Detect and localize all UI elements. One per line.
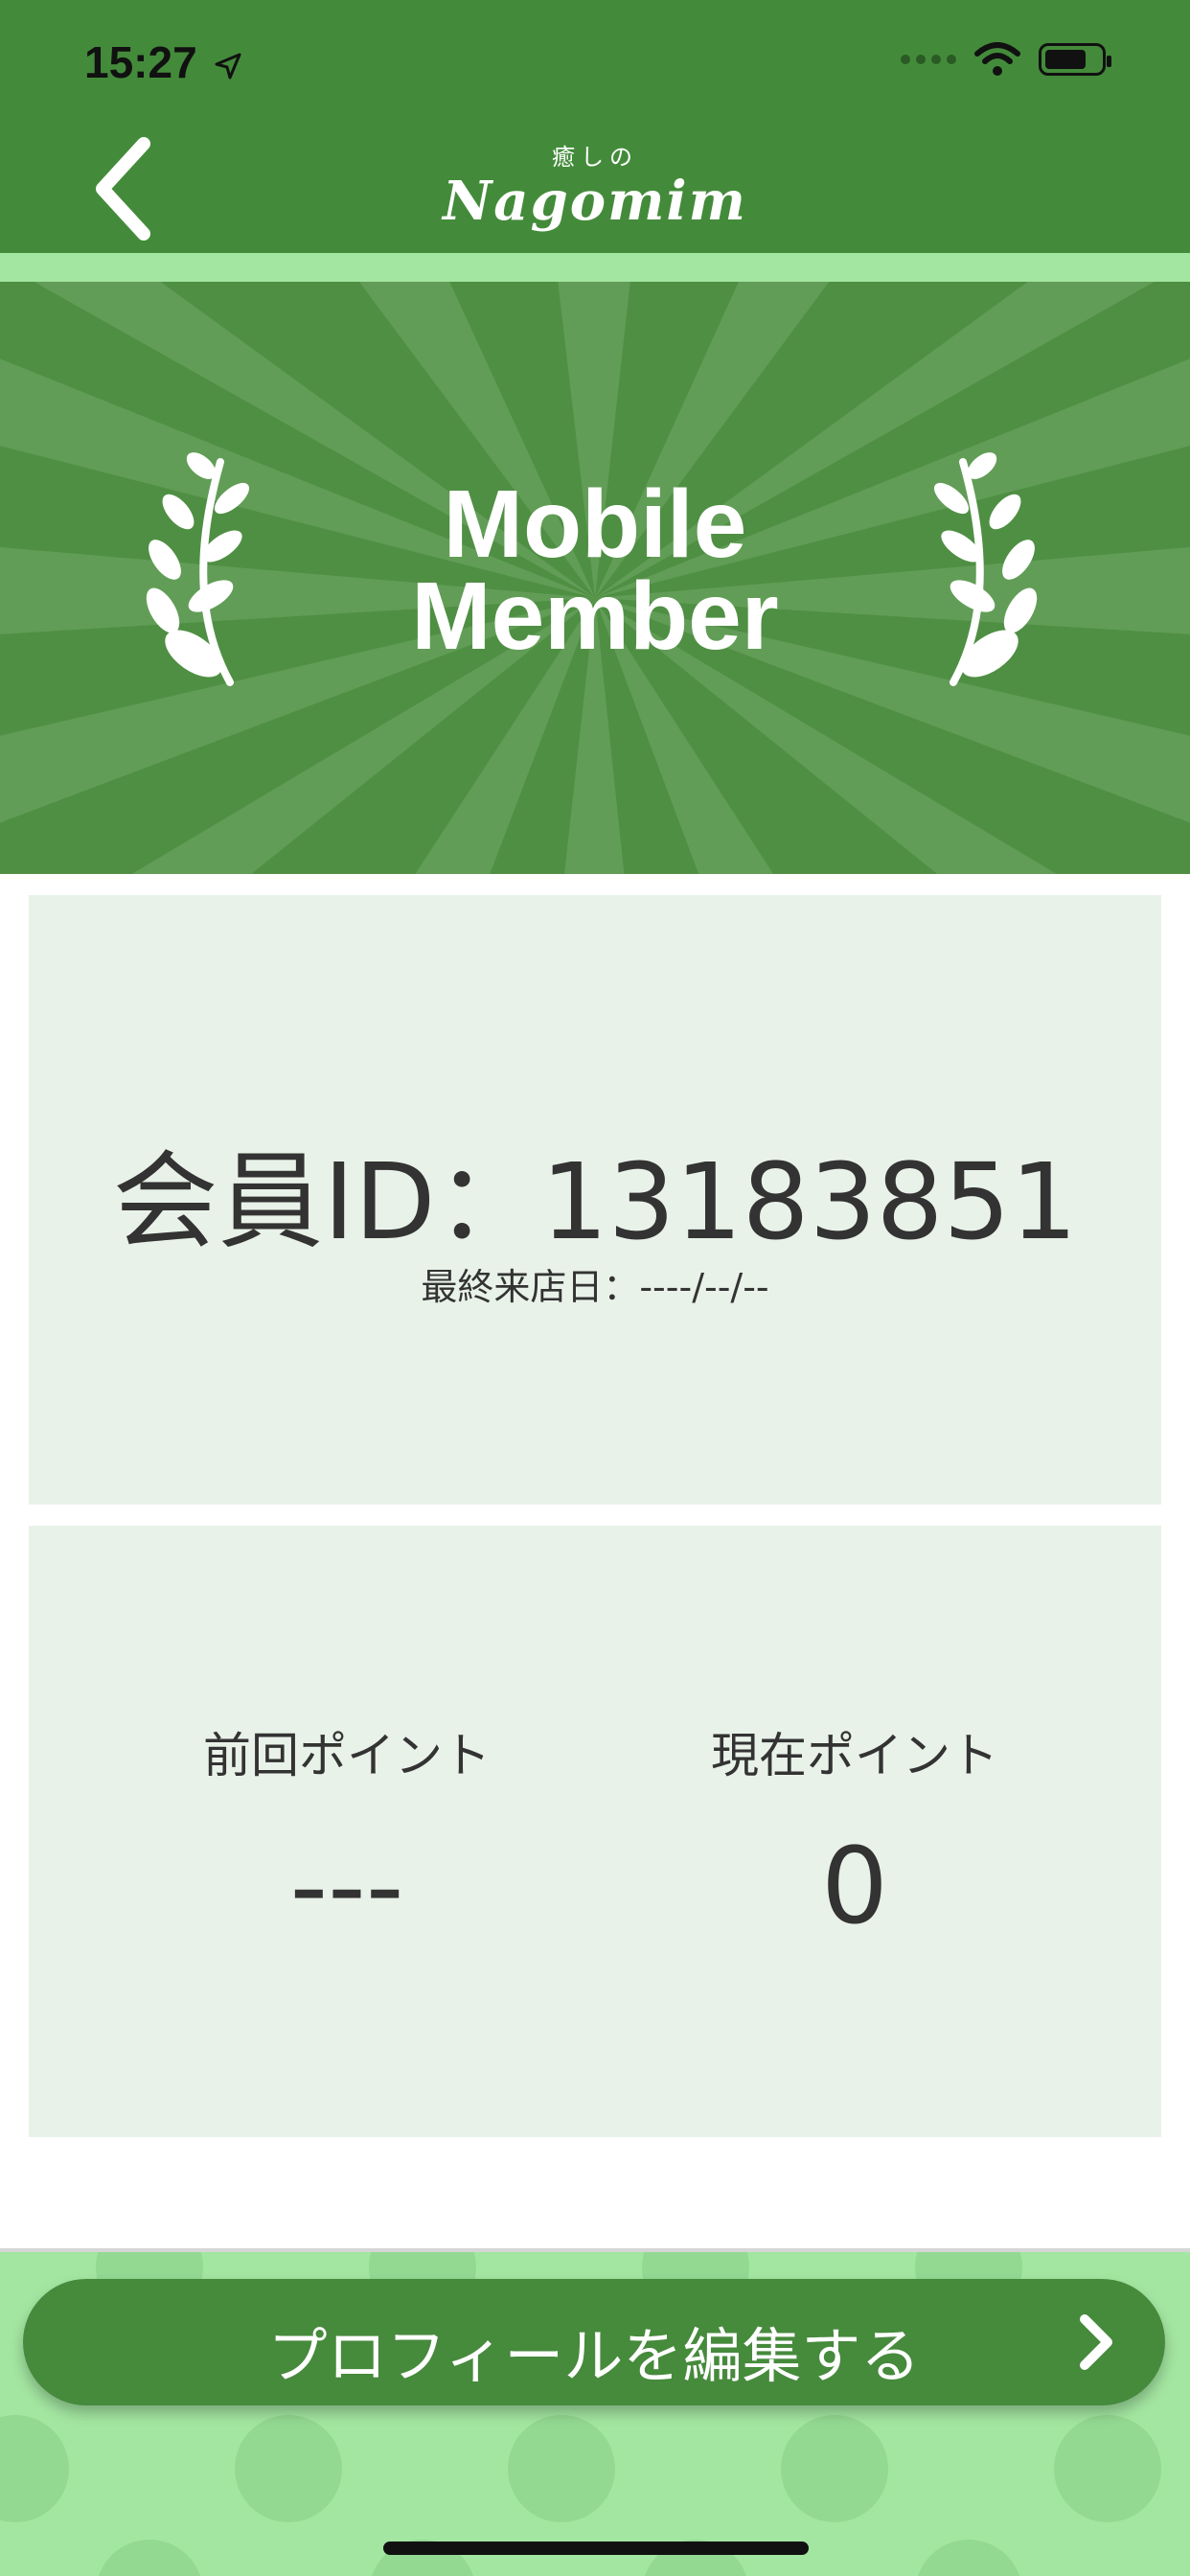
last-visit-date: 最終来店日：----/--/--	[421, 1266, 769, 1308]
current-points-value: 0	[821, 1825, 888, 1947]
edit-profile-label: プロフィールを編集する	[267, 2321, 921, 2391]
current-points: 現在ポイント 0	[596, 1717, 1113, 1947]
previous-points-label: 前回ポイント	[203, 1728, 491, 1783]
battery-icon	[1039, 43, 1111, 76]
member-id-card: 会員ID：13183851 最終来店日：----/--/--	[29, 895, 1161, 1505]
previous-points: 前回ポイント ---	[88, 1717, 606, 1947]
app-logo: 癒しの Nagomim	[0, 138, 1190, 233]
previous-points-value: ---	[289, 1825, 404, 1947]
logo-subtitle: 癒しの	[552, 144, 638, 171]
wifi-icon	[974, 42, 1020, 76]
logo-title: Nagomim	[443, 170, 747, 233]
status-time-text: 15:27	[84, 37, 197, 87]
laurel-right-icon	[934, 452, 1038, 686]
signal-icon	[901, 55, 956, 64]
status-bar: 15:27	[0, 0, 1190, 126]
points-card: 前回ポイント --- 現在ポイント 0	[29, 1526, 1161, 2137]
chevron-right-icon	[1080, 2314, 1112, 2370]
status-icons	[901, 42, 1111, 77]
home-indicator[interactable]	[383, 2542, 809, 2555]
member-banner: Mobile Member	[0, 282, 1190, 874]
location-arrow-icon	[215, 53, 241, 80]
member-id: 会員ID：13183851	[112, 1140, 1078, 1263]
status-time: 15:27	[84, 36, 243, 88]
current-points-label: 現在ポイント	[711, 1728, 998, 1783]
header-stripe	[0, 253, 1190, 282]
navigation-bar: 癒しの Nagomim	[0, 126, 1190, 253]
edit-profile-button[interactable]: プロフィールを編集する	[23, 2279, 1165, 2405]
